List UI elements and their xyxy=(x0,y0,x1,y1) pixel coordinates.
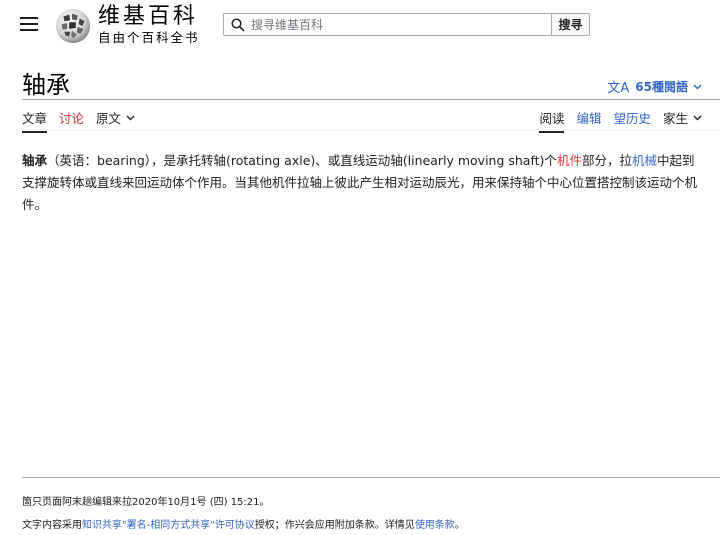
terms-link[interactable]: 使用条款 xyxy=(415,520,455,531)
site-header: 维基百科 自由个百科全书 搜寻 xyxy=(0,0,720,52)
tab-talk-label: 讨论 xyxy=(59,111,85,126)
tab-read-label: 阅读 xyxy=(539,111,565,126)
search-icon xyxy=(231,18,245,32)
license-suffix: 。 xyxy=(454,520,465,531)
language-count-label: 65種閱語 xyxy=(635,80,688,94)
language-button[interactable]: 文A 65種閱語 xyxy=(607,77,702,96)
tab-edit-label: 编辑 xyxy=(576,111,602,126)
page-title: 轴承 xyxy=(22,71,70,99)
footer-divider xyxy=(22,477,720,478)
hamburger-menu-icon[interactable] xyxy=(20,17,38,33)
article-term: 轴承 xyxy=(22,153,48,168)
license-prefix: 文字内容采用 xyxy=(22,520,82,531)
chevron-down-icon xyxy=(693,115,702,120)
title-divider xyxy=(22,99,720,100)
logo-tagline: 自由个百科全书 xyxy=(98,30,200,45)
translate-icon: 文A xyxy=(607,81,630,96)
last-edited-info: 箇只页面阿末趟编辑来拉2020年10月1号 (四) 15:21。 xyxy=(22,497,270,508)
link-jixie[interactable]: 机械 xyxy=(632,153,657,168)
article-text-2: 部分，拉 xyxy=(581,153,632,168)
wikipedia-globe-icon[interactable] xyxy=(54,7,92,45)
search-button[interactable]: 搜寻 xyxy=(551,13,590,36)
tabs-divider xyxy=(22,129,720,130)
article-body: 轴承（英语：bearing），是承托转轴(rotating axle)、或直线运… xyxy=(22,150,698,216)
tab-history-label: 望历史 xyxy=(613,111,651,126)
search-input[interactable] xyxy=(251,16,541,33)
license-middle: 授权；作兴会应用附加条款。详情见 xyxy=(254,520,415,531)
site-logo[interactable]: 维基百科 自由个百科全书 xyxy=(98,5,200,46)
logo-title: 维基百科 xyxy=(98,4,199,29)
article-text-1: （英语：bearing），是承托转轴(rotating axle)、或直线运动轴… xyxy=(47,153,557,168)
chevron-down-icon xyxy=(693,84,702,89)
tab-tools-label: 家生 xyxy=(662,111,688,126)
license-link[interactable]: 知识共享"署名-相同方式共享"许可协议 xyxy=(82,520,255,531)
license-info: 文字内容采用知识共享"署名-相同方式共享"许可协议授权；作兴会应用附加条款。详情… xyxy=(22,516,465,531)
tab-variant-label: 原文 xyxy=(96,111,122,126)
link-jijian[interactable]: 机件 xyxy=(557,153,582,168)
chevron-down-icon xyxy=(126,115,135,120)
tab-article-label: 文章 xyxy=(22,111,48,126)
search-box xyxy=(223,13,551,36)
